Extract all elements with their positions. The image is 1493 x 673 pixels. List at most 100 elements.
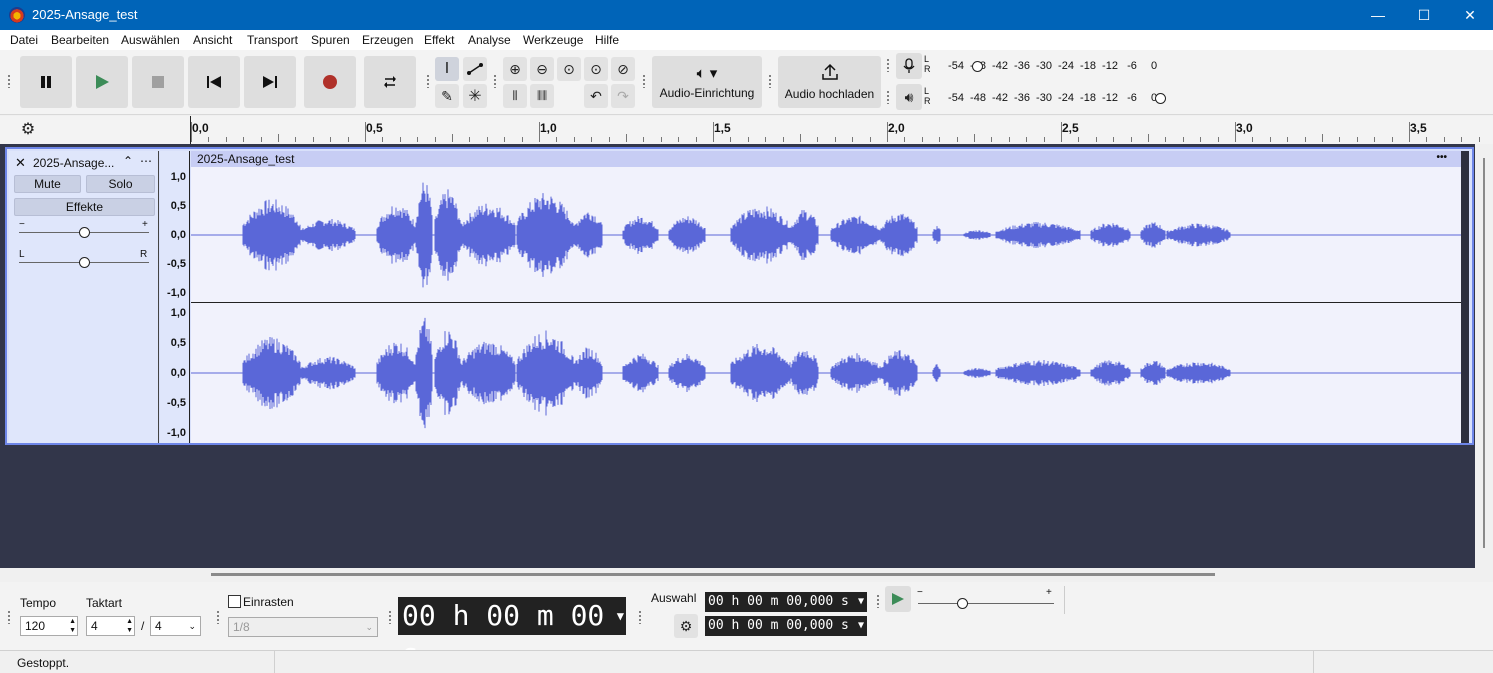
fit-selection-button[interactable]: ⊙ — [557, 57, 581, 81]
meter-scale-label: -42 — [992, 92, 1008, 104]
zoom-out-icon: ⊖ — [536, 60, 548, 77]
tools-grip[interactable] — [426, 74, 430, 88]
selection-tool-button[interactable]: I — [435, 57, 459, 81]
audio-setup-button[interactable]: 🔈︎ ▾ Audio-Einrichtung — [652, 56, 762, 108]
upload-audio-button[interactable]: Audio hochladen — [778, 56, 881, 108]
play-meter-grip[interactable] — [886, 90, 890, 104]
record-level-knob[interactable] — [972, 61, 983, 72]
skip-end-button[interactable] — [244, 56, 296, 108]
tempo-stepper-icon[interactable]: ▲ ▼ — [69, 617, 76, 635]
start-format-dropdown-icon[interactable]: ▼ — [858, 592, 864, 612]
time-display[interactable]: 00 h 00 m 00 s ▼ — [398, 597, 626, 670]
selection-start-display[interactable]: 00 h 00 m 00,000 s ▼ — [705, 592, 867, 612]
timeline-ruler[interactable]: ⚙ 0,0 0,5 1,0 1,5 2,0 2,5 3,0 3,5 — [0, 116, 1493, 144]
snap-select[interactable]: 1/8 ⌄ — [228, 617, 378, 637]
track-name[interactable]: 2025-Ansage... — [33, 156, 125, 170]
minimize-button[interactable]: — — [1355, 0, 1401, 30]
close-button[interactable]: ✕ — [1447, 0, 1493, 30]
record-meter-button[interactable] — [896, 53, 922, 79]
loop-button[interactable] — [364, 56, 416, 108]
fit-project-button[interactable]: ⊙ — [584, 57, 608, 81]
silence-button[interactable]: ⫼⫼ — [530, 84, 554, 108]
speed-slider-knob[interactable] — [957, 598, 968, 609]
gain-max-label: + — [142, 219, 148, 230]
snap-checkbox[interactable] — [228, 595, 241, 608]
vertical-scrollbar-thumb[interactable] — [1483, 158, 1485, 548]
time-format-dropdown-icon[interactable]: ▼ — [617, 597, 624, 635]
pause-button[interactable] — [20, 56, 72, 108]
ruler-tick — [1148, 134, 1149, 142]
meter-denominator-select[interactable]: 4 ⌄ — [150, 616, 201, 636]
menu-ansicht[interactable]: Ansicht — [193, 33, 232, 47]
tempo-input[interactable]: 120 ▲ ▼ — [20, 616, 78, 636]
record-meter-grip[interactable] — [886, 58, 890, 72]
solo-button[interactable]: Solo — [86, 175, 155, 193]
close-track-icon[interactable]: ✕ — [15, 155, 26, 171]
zoom-fit-project-icon: ⊙ — [590, 60, 602, 77]
menu-spuren[interactable]: Spuren — [311, 33, 350, 47]
mute-button[interactable]: Mute — [14, 175, 81, 193]
audio-clip[interactable]: 2025-Ansage_test ••• — [191, 151, 1461, 443]
edit-grip[interactable] — [493, 74, 497, 88]
time-grip[interactable] — [388, 610, 392, 624]
vertical-scrollbar[interactable] — [1475, 144, 1493, 568]
envelope-icon — [467, 63, 483, 75]
trim-outside-button[interactable]: ⫼ — [503, 84, 527, 108]
speed-slider-track[interactable] — [918, 603, 1054, 604]
menu-transport[interactable]: Transport — [247, 33, 298, 47]
toolbar-grip[interactable] — [7, 74, 11, 88]
record-button[interactable] — [304, 56, 356, 108]
zoom-toggle-button[interactable]: ⊘ — [611, 57, 635, 81]
ruler-tick — [1217, 137, 1219, 142]
gain-slider-knob[interactable] — [79, 227, 90, 238]
share-grip[interactable] — [768, 74, 772, 88]
collapse-track-icon[interactable]: ⌃ — [123, 154, 133, 168]
menu-werkzeuge[interactable]: Werkzeuge — [523, 33, 583, 47]
multi-tool-button[interactable]: ✳ — [463, 84, 487, 108]
track-area[interactable]: ✕ 2025-Ansage... ⌃ ⋯ Mute Solo Effekte −… — [0, 144, 1475, 568]
play-level-knob[interactable] — [1155, 93, 1166, 104]
audio-setup-grip[interactable] — [642, 74, 646, 88]
timeline-settings-button[interactable]: ⚙ — [16, 117, 40, 141]
maximize-button[interactable]: ☐ — [1401, 0, 1447, 30]
play-button[interactable] — [76, 56, 128, 108]
snap-grip[interactable] — [216, 610, 220, 624]
menu-erzeugen[interactable]: Erzeugen — [362, 33, 413, 47]
zoom-toggle-icon: ⊘ — [617, 60, 629, 77]
vertical-scale[interactable]: 1,0 0,5 0,0 -0,5 -1,0 1,0 0,5 0,0 -0,5 -1,0 — [160, 151, 190, 443]
selection-end-display[interactable]: 00 h 00 m 00,000 s ▼ — [705, 616, 867, 636]
time-signature-grip[interactable] — [7, 610, 11, 624]
numerator-stepper-icon[interactable]: ▲ ▼ — [126, 617, 133, 635]
zoom-in-button[interactable]: ⊕ — [503, 57, 527, 81]
zoom-out-button[interactable]: ⊖ — [530, 57, 554, 81]
end-format-dropdown-icon[interactable]: ▼ — [858, 616, 864, 636]
track-menu-icon[interactable]: ⋯ — [140, 154, 152, 168]
horizontal-scrollbar-thumb[interactable] — [211, 573, 1215, 576]
effects-button[interactable]: Effekte — [14, 198, 155, 216]
menu-bearbeiten[interactable]: Bearbeiten — [51, 33, 109, 47]
play-meter-button[interactable]: 🔊︎ — [896, 84, 922, 110]
menu-effekt[interactable]: Effekt — [424, 33, 454, 47]
menu-analyse[interactable]: Analyse — [468, 33, 511, 47]
meter-scale-label: -12 — [1102, 60, 1118, 72]
play-at-speed-button[interactable] — [885, 586, 911, 612]
undo-button[interactable]: ↶ — [584, 84, 608, 108]
redo-button[interactable]: ↷ — [611, 84, 635, 108]
record-meter[interactable]: LR -54-48-42-36-30-24-18-12-60 — [920, 52, 1170, 82]
meter-numerator-input[interactable]: 4 ▲ ▼ — [86, 616, 135, 636]
play-at-speed-grip[interactable] — [876, 594, 880, 608]
stop-button[interactable] — [132, 56, 184, 108]
menu-hilfe[interactable]: Hilfe — [595, 33, 619, 47]
selection-settings-button[interactable]: ⚙ — [674, 614, 698, 638]
envelope-tool-button[interactable] — [463, 57, 487, 81]
skip-start-button[interactable] — [188, 56, 240, 108]
play-meter[interactable]: LR -54 -48 -42 -36 -30 -24 -18 -12 -6 0 — [920, 84, 1170, 114]
audio-track[interactable]: ✕ 2025-Ansage... ⌃ ⋯ Mute Solo Effekte −… — [5, 147, 1474, 445]
menu-datei[interactable]: Datei — [10, 33, 38, 47]
menu-auswaehlen[interactable]: Auswählen — [121, 33, 180, 47]
draw-tool-button[interactable]: ✎ — [435, 84, 459, 108]
selection-grip[interactable] — [638, 610, 642, 624]
horizontal-scrollbar[interactable] — [0, 568, 1475, 582]
pan-slider-knob[interactable] — [79, 257, 90, 268]
chevron-down-icon: ⌄ — [365, 622, 373, 632]
